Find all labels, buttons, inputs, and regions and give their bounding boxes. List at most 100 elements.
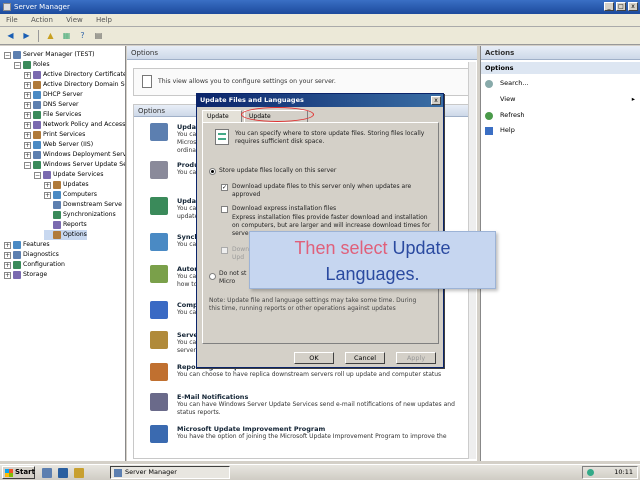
note-line1: Note: Update file and language settings …: [209, 297, 417, 304]
option-item[interactable]: Synchr You can: [150, 233, 202, 251]
back-icon[interactable]: ◀: [4, 29, 17, 42]
menu-file[interactable]: File: [6, 16, 18, 24]
expander-icon[interactable]: +: [24, 111, 31, 119]
tree-node[interactable]: Reports: [44, 220, 87, 230]
expander-icon[interactable]: +: [24, 131, 31, 139]
tree-node-label: Print Services: [43, 131, 86, 138]
expander-icon[interactable]: +: [4, 271, 11, 279]
submenu-arrow-icon: ▸: [631, 95, 635, 103]
start-button[interactable]: Start: [2, 466, 35, 479]
tree-node[interactable]: + Web Server (IIS): [24, 140, 93, 150]
expander-icon[interactable]: +: [24, 71, 31, 79]
expander-icon[interactable]: +: [4, 261, 11, 269]
minimize-button[interactable]: _: [604, 2, 614, 11]
up-folder-icon[interactable]: ▲: [44, 29, 57, 42]
taskbar-server-manager[interactable]: Server Manager: [110, 466, 230, 479]
tree-node[interactable]: − Update Services: [34, 170, 103, 180]
option-title[interactable]: Microsoft Update Improvement Program: [177, 425, 447, 433]
windows-logo-icon: [5, 469, 13, 477]
tree-node-label: Windows Deployment Servi: [43, 151, 126, 158]
tab-update-files[interactable]: Update Files: [202, 110, 242, 132]
tree-node[interactable]: + Print Services: [24, 130, 85, 140]
tree-node-label: Synchronizations: [63, 211, 116, 218]
close-button[interactable]: x: [628, 2, 638, 11]
expander-icon[interactable]: −: [24, 161, 31, 169]
expander-icon[interactable]: +: [24, 151, 31, 159]
action-view[interactable]: View ▸: [485, 94, 635, 105]
expander-icon[interactable]: +: [24, 141, 31, 149]
checkbox-disabled[interactable]: [221, 247, 228, 254]
action-refresh[interactable]: Refresh: [485, 110, 525, 121]
expander-icon[interactable]: −: [4, 51, 11, 59]
ok-button[interactable]: OK: [294, 352, 334, 364]
expander-icon[interactable]: +: [44, 181, 51, 189]
expander-icon[interactable]: +: [24, 81, 31, 89]
cancel-button[interactable]: Cancel: [345, 352, 385, 364]
apply-button[interactable]: Apply: [396, 352, 436, 364]
actions-section-options: Options: [481, 62, 640, 74]
option-item[interactable]: Autom You can how to s: [150, 265, 202, 289]
radio-store-locally[interactable]: [209, 168, 216, 175]
tree-node[interactable]: Synchronizations: [44, 210, 116, 220]
tree-node[interactable]: + Active Directory Domain Se: [24, 80, 125, 90]
tree-node[interactable]: + Diagnostics: [4, 250, 59, 260]
maximize-button[interactable]: □: [616, 2, 626, 11]
expander-icon[interactable]: +: [4, 251, 11, 259]
tree-node[interactable]: Options: [44, 230, 87, 240]
node-icon: [33, 71, 41, 79]
properties-icon[interactable]: ▤: [92, 29, 105, 42]
expander-icon[interactable]: +: [44, 191, 51, 199]
tree-node[interactable]: + Windows Deployment Servi: [24, 150, 126, 160]
option-icon: [150, 233, 168, 251]
checkbox-approved-only[interactable]: ✓: [221, 184, 228, 191]
dialog-close-button[interactable]: x: [431, 96, 441, 105]
checkbox-express-files[interactable]: [221, 206, 228, 213]
tree-node[interactable]: + Features: [4, 240, 50, 250]
tree-node[interactable]: + Computers: [44, 190, 97, 200]
option-item[interactable]: E-Mail Notifications You can have Windows…: [150, 393, 455, 417]
expander-icon[interactable]: +: [4, 241, 11, 249]
forward-icon[interactable]: ▶: [20, 29, 33, 42]
option-item[interactable]: Server You can server.: [150, 331, 201, 355]
tree-node[interactable]: − Server Manager (TEST): [4, 50, 95, 60]
help-icon[interactable]: ?: [76, 29, 89, 42]
tree-node[interactable]: + DHCP Server: [24, 90, 83, 100]
powershell-icon[interactable]: [58, 468, 68, 478]
document-icon: [215, 129, 229, 145]
radio-do-not-store[interactable]: [209, 273, 216, 280]
tree-node[interactable]: − Windows Server Update Se: [24, 160, 125, 170]
option-item[interactable]: Microsoft Update Improvement Program You …: [150, 425, 447, 443]
network-icon: [587, 469, 594, 476]
tree-node[interactable]: + Updates: [44, 180, 89, 190]
expander-icon[interactable]: −: [34, 171, 41, 179]
explorer-icon[interactable]: [74, 468, 84, 478]
expander-icon[interactable]: +: [24, 121, 31, 129]
option-icon: [150, 393, 168, 411]
menu-view[interactable]: View: [66, 16, 83, 24]
menu-action[interactable]: Action: [31, 16, 53, 24]
action-search[interactable]: Search...: [485, 78, 529, 89]
tree-node[interactable]: + File Services: [24, 110, 81, 120]
tree-node[interactable]: + Configuration: [4, 260, 65, 270]
action-help[interactable]: Help: [485, 125, 515, 136]
tree-node[interactable]: + Network Policy and Access: [24, 120, 125, 130]
tree-node[interactable]: − Roles: [14, 60, 50, 70]
menu-help[interactable]: Help: [96, 16, 112, 24]
tree-node[interactable]: Downstream Serve: [44, 200, 122, 210]
node-icon: [33, 131, 41, 139]
expander-icon[interactable]: +: [24, 101, 31, 109]
option-icon: [150, 363, 168, 381]
tree-node[interactable]: + Active Directory Certificate: [24, 70, 125, 80]
refresh-icon: [485, 111, 493, 120]
option-title[interactable]: E-Mail Notifications: [177, 393, 455, 401]
option-item[interactable]: Produc You can: [150, 161, 203, 179]
expander-icon[interactable]: +: [24, 91, 31, 99]
server-manager-quicklaunch-icon[interactable]: [42, 468, 52, 478]
server-manager-icon: [114, 469, 122, 477]
show-tree-icon[interactable]: ▦: [60, 29, 73, 42]
tree-node[interactable]: + DNS Server: [24, 100, 79, 110]
tree-node[interactable]: + Storage: [4, 270, 47, 280]
option-description: status reports.: [177, 409, 221, 416]
express-desc-line2: on computers, but are larger and will in…: [232, 222, 431, 229]
expander-icon[interactable]: −: [14, 61, 21, 69]
